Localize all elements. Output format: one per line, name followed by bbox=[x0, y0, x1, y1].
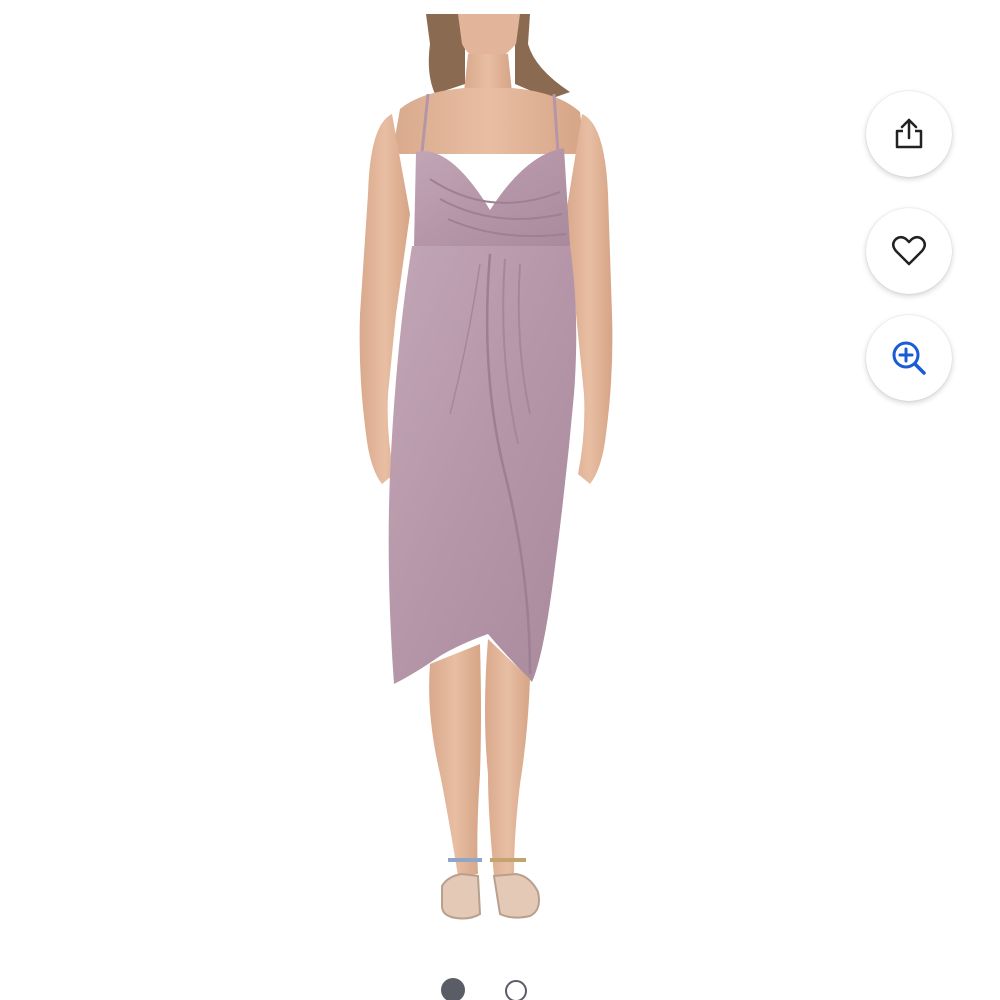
zoom-button[interactable]: Zoom bbox=[866, 315, 952, 401]
share-button[interactable]: Share bbox=[866, 91, 952, 177]
left-shoe bbox=[441, 872, 482, 920]
hair bbox=[426, 14, 465, 94]
favorite-button[interactable]: Favorite bbox=[866, 208, 952, 294]
carousel-dot-2[interactable] bbox=[505, 980, 527, 1000]
product-image[interactable] bbox=[330, 14, 630, 934]
carousel-indicator bbox=[0, 978, 1000, 1000]
product-image-viewer: Share Favorite Zoom bbox=[0, 0, 1000, 1000]
zoom-in-icon bbox=[892, 341, 926, 375]
dress-skirt bbox=[388, 246, 577, 684]
share-icon bbox=[895, 118, 923, 149]
neck bbox=[464, 54, 512, 92]
right-leg bbox=[485, 639, 530, 876]
heart-icon bbox=[892, 236, 926, 266]
hair bbox=[515, 14, 570, 99]
right-shoe bbox=[492, 872, 540, 919]
carousel-dot-1[interactable] bbox=[441, 978, 465, 1000]
left-leg bbox=[429, 644, 481, 876]
